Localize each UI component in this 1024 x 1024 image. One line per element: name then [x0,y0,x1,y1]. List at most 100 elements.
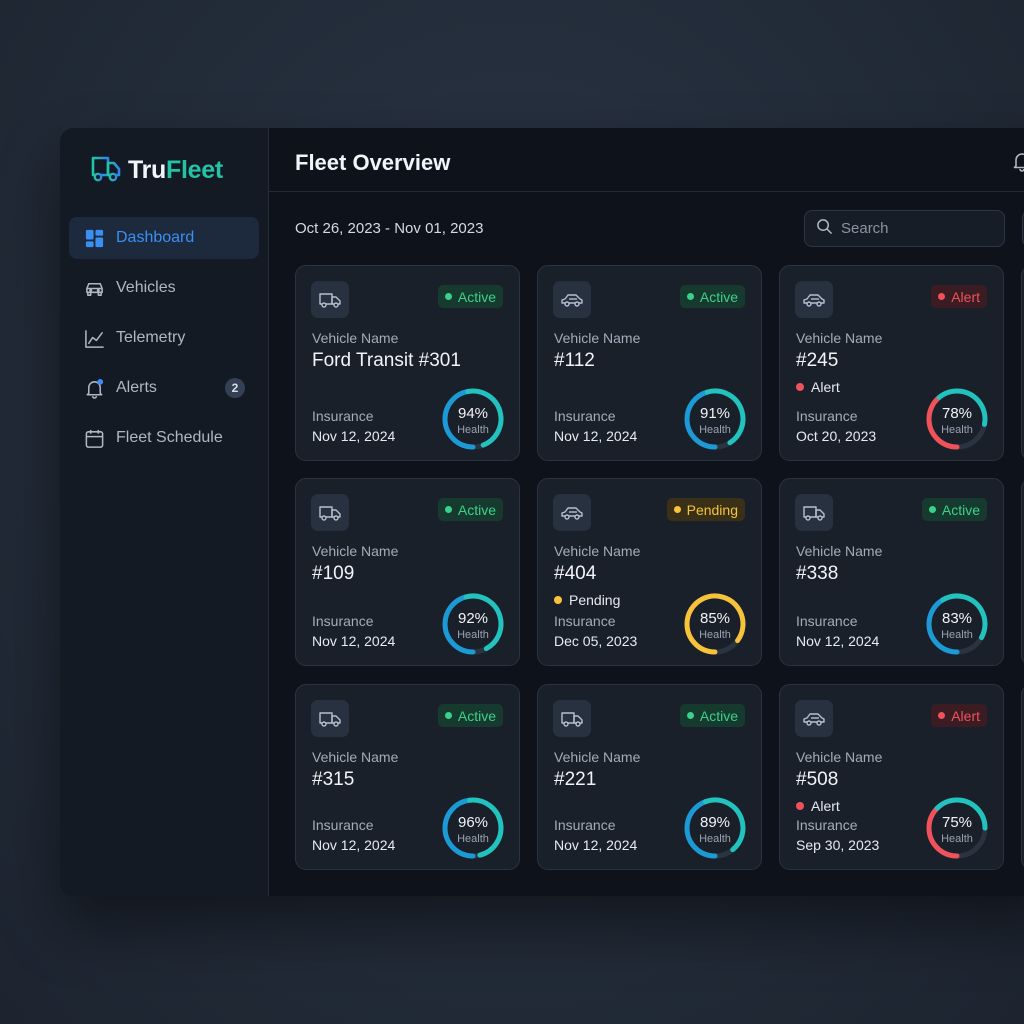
insurance-label: Insurance [554,817,616,833]
vehicle-name-label: Vehicle Name [796,749,883,765]
status-badge: Active [679,285,745,308]
sub-status-dot [554,596,562,604]
insurance-label: Insurance [796,408,858,424]
brand-name: TruFleet [128,156,223,184]
sub-status: Alert [796,379,840,395]
health-gauge: 91% Health [683,387,747,451]
search-input[interactable] [841,220,991,237]
health-label: Health [699,833,731,845]
status-dot [444,506,452,513]
health-gauge: 78% Health [925,387,989,451]
car-icon [83,277,105,299]
car-icon [795,281,833,318]
vehicle-name-label: Vehicle Name [312,749,399,765]
health-value: 94% [457,405,489,422]
status-text: Pending [686,501,738,518]
insurance-date: Dec 05, 2023 [554,633,638,649]
car-icon [553,281,591,318]
van-icon [311,700,349,737]
health-label: Health [941,424,973,436]
vehicle-name-label: Vehicle Name [554,749,641,765]
search-box[interactable] [804,210,1005,247]
sub-status: Pending [554,592,620,608]
vehicle-card[interactable]: Active Vehicle Name #221 Insurance Nov 1… [537,684,762,870]
health-gauge: 83% Health [925,592,989,656]
status-text: Active [699,707,738,724]
vehicle-name: #508 [796,769,839,790]
health-value: 89% [699,814,731,831]
health-value: 92% [457,610,489,627]
vehicle-name: #338 [796,563,839,584]
sub-status-text: Alert [811,379,840,395]
sidebar-item-dashboard[interactable]: Dashboard [69,217,259,259]
sidebar-item-label: Fleet Schedule [116,429,223,446]
vehicle-card[interactable]: Active Vehicle Name #112 Insurance Nov 1… [537,265,762,461]
insurance-date: Nov 12, 2024 [312,633,396,649]
status-text: Active [941,501,980,518]
car-icon [795,700,833,737]
status-badge: Active [437,498,503,521]
insurance-date: Nov 12, 2024 [312,428,396,444]
insurance-label: Insurance [796,817,858,833]
insurance-label: Insurance [312,817,374,833]
vehicle-name: #315 [312,769,355,790]
status-badge: Alert [931,285,987,308]
vehicle-name-label: Vehicle Name [312,330,399,346]
status-dot [673,506,681,513]
status-badge: Pending [666,498,745,521]
notification-bell-icon[interactable] [1011,150,1024,172]
brand-logo[interactable]: TruFleet [81,152,223,189]
status-text: Alert [951,288,980,305]
health-gauge: 75% Health [925,796,989,860]
insurance-date: Nov 12, 2024 [554,428,638,444]
health-label: Health [699,629,731,641]
car-icon [553,494,591,531]
vehicle-card[interactable]: Active Vehicle Name #315 Insurance Nov 1… [295,684,520,870]
health-label: Health [457,424,489,436]
sidebar-item-vehicles[interactable]: Vehicles [69,267,259,309]
status-dot [928,506,936,513]
vehicle-name-label: Vehicle Name [312,543,399,559]
status-text: Active [457,707,496,724]
alerts-count-badge: 2 [225,378,245,398]
status-badge: Active [679,704,745,727]
sub-status: Alert [796,798,840,814]
app-window: TruFleet Dashboard Vehicles Telemetry Al… [60,128,1024,896]
vehicle-card[interactable]: Active Vehicle Name #109 Insurance Nov 1… [295,478,520,666]
status-badge: Active [437,704,503,727]
status-badge: Alert [931,704,987,727]
health-gauge: 94% Health [441,387,505,451]
health-label: Health [941,629,973,641]
status-badge: Active [921,498,987,521]
sidebar-item-fleet-schedule[interactable]: Fleet Schedule [69,417,259,459]
status-dot [938,293,946,300]
vehicle-card[interactable]: Alert Vehicle Name #245 Alert Insurance … [779,265,1004,461]
sidebar-item-label: Alerts [116,379,157,396]
date-range[interactable]: Oct 26, 2023 - Nov 01, 2023 [295,220,483,237]
insurance-date: Nov 12, 2024 [312,837,396,853]
health-gauge: 92% Health [441,592,505,656]
health-gauge: 89% Health [683,796,747,860]
vehicle-card[interactable]: Pending Vehicle Name #404 Pending Insura… [537,478,762,666]
sidebar-item-label: Vehicles [116,279,176,296]
sidebar-item-telemetry[interactable]: Telemetry [69,317,259,359]
vehicle-name-label: Vehicle Name [796,543,883,559]
sidebar-item-label: Dashboard [116,229,195,246]
health-label: Health [699,424,731,436]
status-dot [444,293,452,300]
insurance-label: Insurance [312,408,374,424]
vehicle-card[interactable]: Active Vehicle Name #338 Insurance Nov 1… [779,478,1004,666]
vehicle-card[interactable]: Active Vehicle Name Ford Transit #301 In… [295,265,520,461]
vehicle-name-label: Vehicle Name [554,330,641,346]
insurance-date: Nov 12, 2024 [554,837,638,853]
status-dot [444,712,452,719]
sidebar-nav: Dashboard Vehicles Telemetry Alerts 2 Fl… [69,217,259,467]
vehicle-name: #109 [312,563,355,584]
status-text: Active [457,501,496,518]
sub-status-text: Pending [569,592,621,608]
insurance-label: Insurance [796,613,858,629]
sidebar-item-alerts[interactable]: Alerts 2 [69,367,259,409]
vehicle-card[interactable]: Alert Vehicle Name #508 Alert Insurance … [779,684,1004,870]
van-icon [311,494,349,531]
van-icon [311,281,349,318]
